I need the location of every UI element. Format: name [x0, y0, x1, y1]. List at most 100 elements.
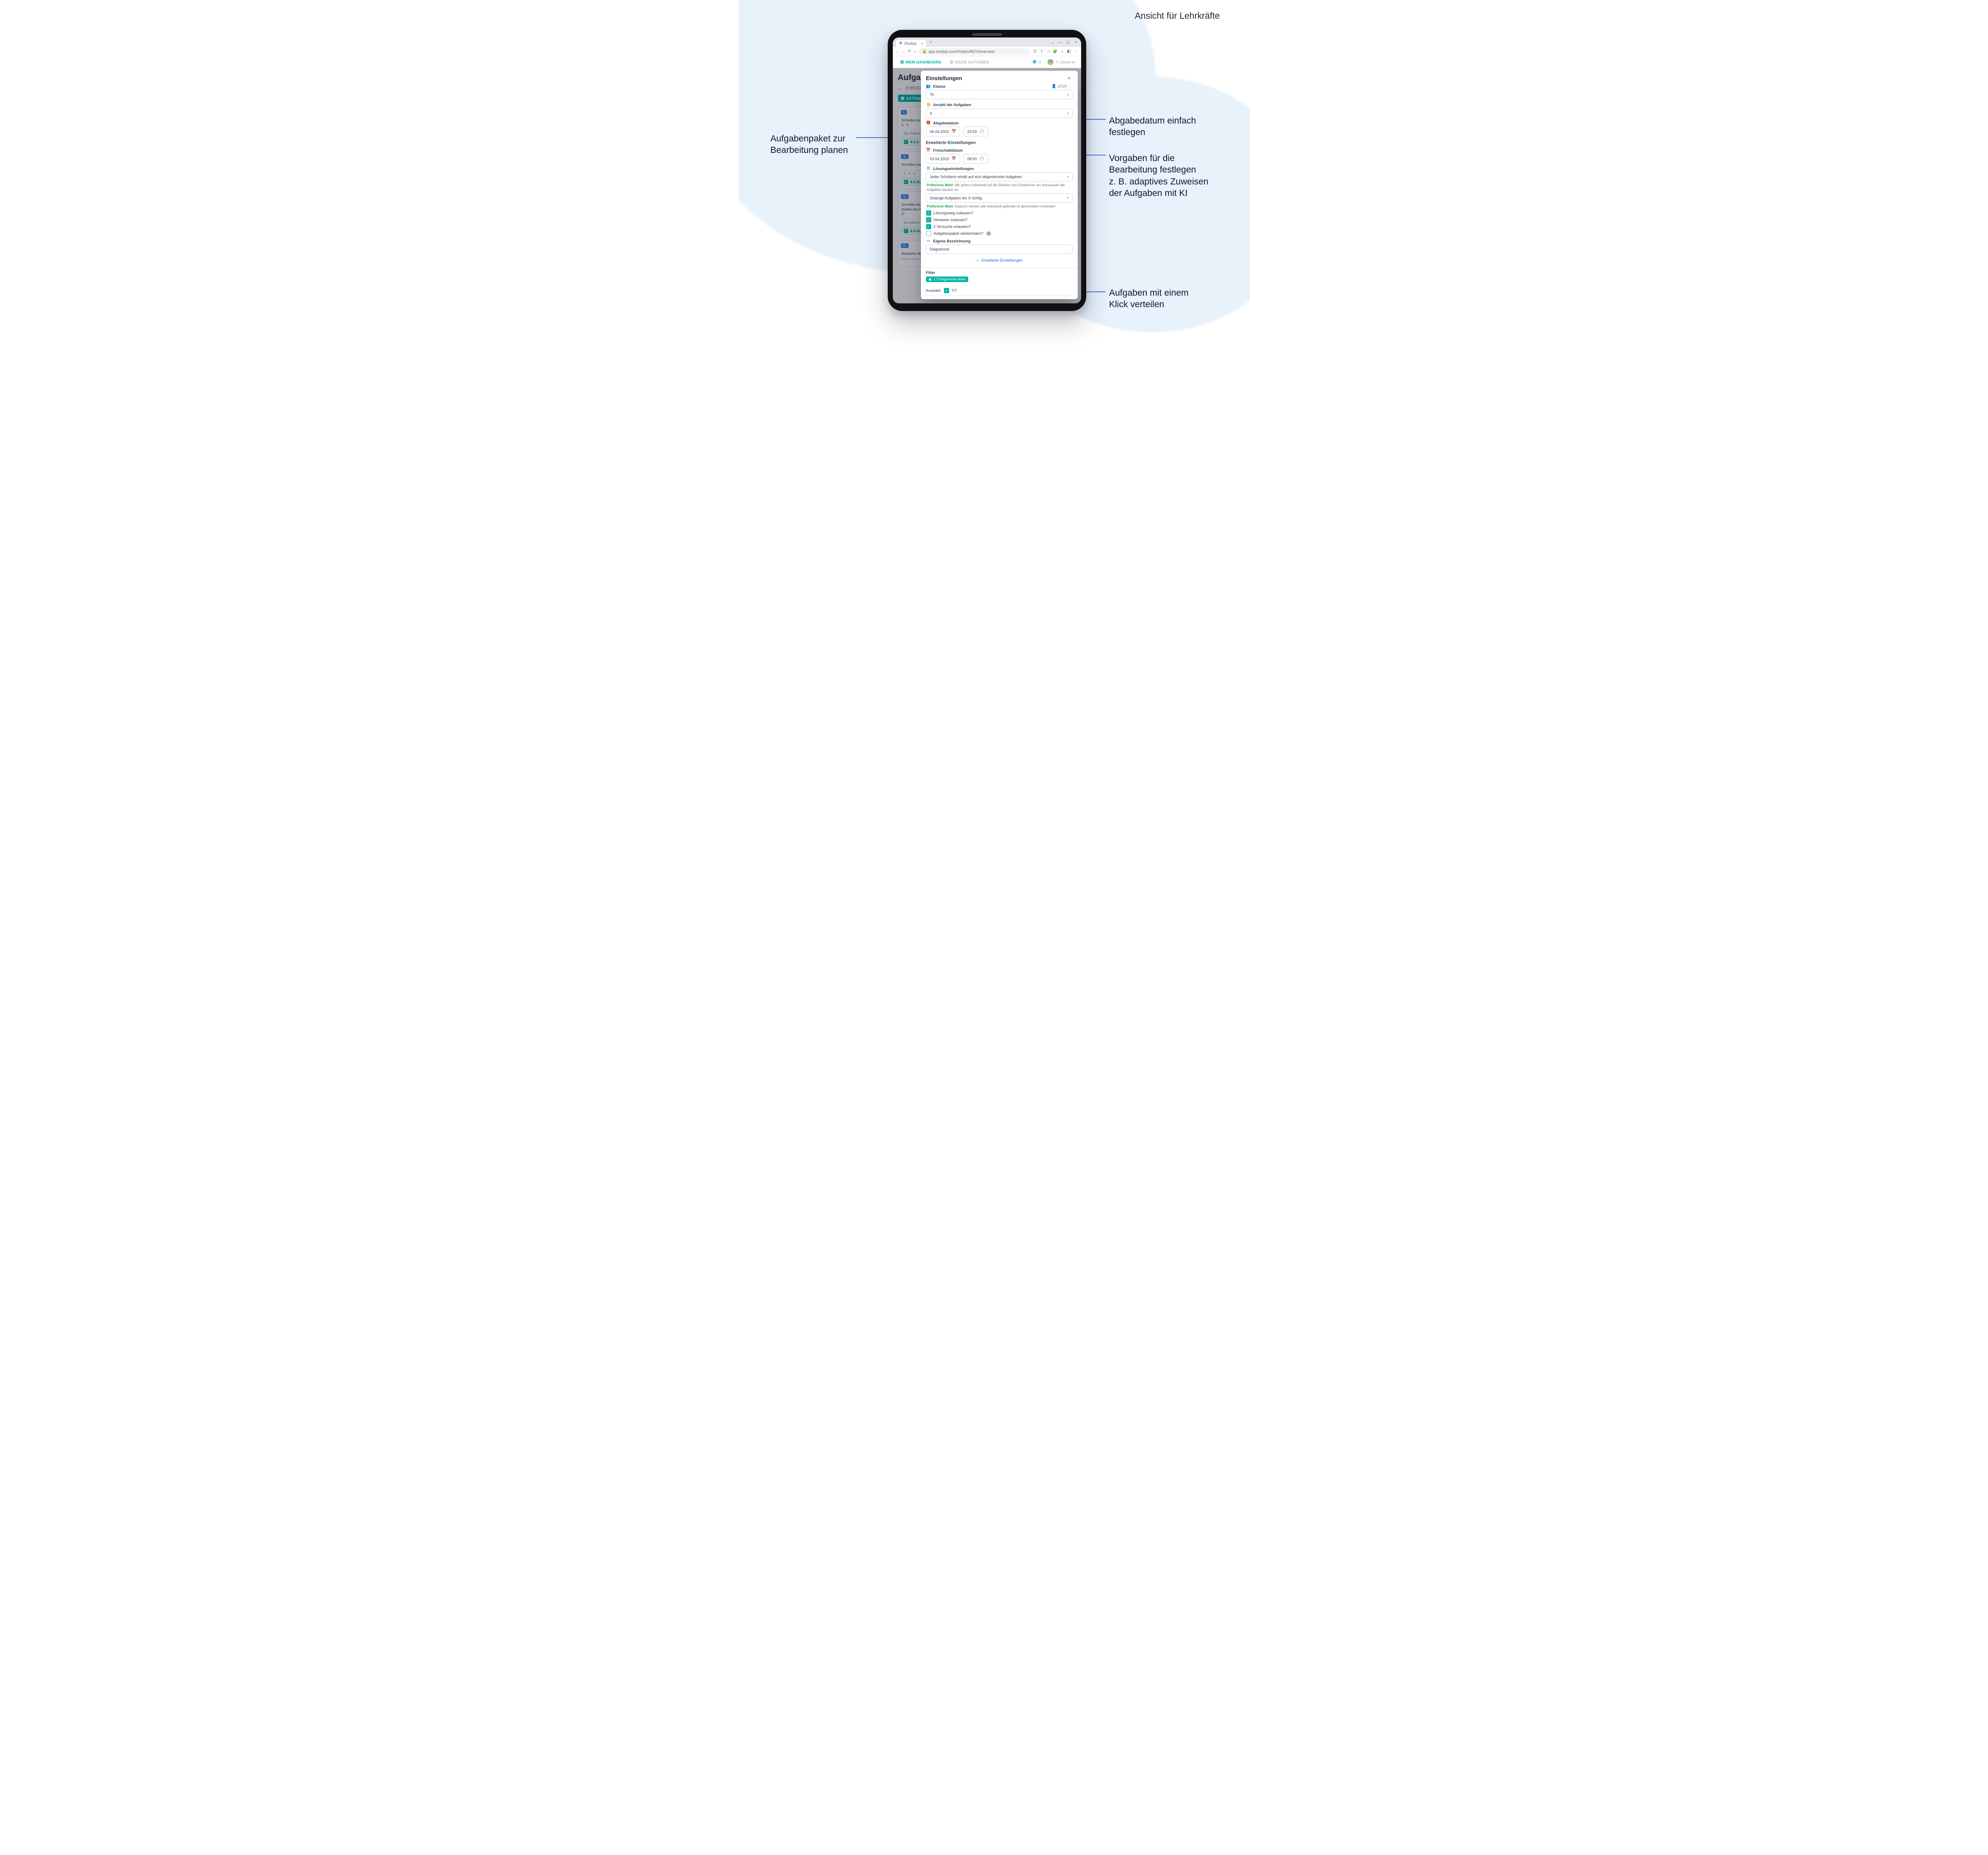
window-maximize-icon[interactable]: ▢: [1066, 40, 1071, 45]
share-icon[interactable]: ⇪: [1039, 49, 1044, 54]
menu-icon[interactable]: ⋮: [1073, 49, 1079, 54]
callout-distribute-l2: Klick verteilen: [1109, 299, 1189, 310]
callout-deadline: Abgabedatum einfach festlegen: [1109, 115, 1196, 138]
chevron-down-icon[interactable]: ⌄: [1050, 40, 1056, 45]
auswahl-count: 7/7: [952, 288, 957, 293]
collapse-label: Erweiterte Einstellungen: [981, 258, 1023, 262]
klasse-value: 7b: [930, 92, 934, 97]
bezeichnung-input[interactable]: Diagramme: [926, 245, 1073, 254]
sliders-icon: ☷: [926, 166, 931, 171]
anzahl-label: Anzahl der Aufgaben: [933, 103, 972, 107]
url-text: app.studyly.com/#/class/8674/overview: [929, 49, 995, 54]
loesung-label: Lösungseinstellungen: [933, 167, 974, 171]
people-icon: 👥: [926, 84, 931, 89]
modal-title: Einstellungen: [926, 75, 962, 81]
nav-teacher[interactable]: T. Lehrer:in: [1045, 59, 1077, 65]
callout-deadline-l2: festlegen: [1109, 127, 1196, 138]
check-versuche[interactable]: 2 Versuche erlauben?: [926, 224, 1073, 229]
freischalt-time-input[interactable]: 08:50 🕒: [964, 154, 988, 164]
extensions-icon[interactable]: 🧩: [1053, 49, 1058, 54]
callout-prefs-l3: z. B. adaptives Zuweisen: [1109, 176, 1208, 187]
avatar-icon: [1047, 59, 1053, 65]
tab-title: Studyly: [904, 41, 917, 46]
info-icon[interactable]: i: [987, 231, 991, 236]
nav-dashboard[interactable]: ▤ MEIN DASHBOARD: [896, 60, 946, 64]
callout-deadline-l1: Abgabedatum einfach: [1109, 115, 1196, 127]
nav-forward-icon[interactable]: →: [902, 49, 906, 54]
collapse-advanced[interactable]: — Erweiterte Einstellungen: [926, 256, 1073, 265]
filter-pill[interactable]: ▣ 1.2 Diagramme lesen: [926, 277, 969, 282]
pref2-label: Präferierte Wahl:: [927, 205, 954, 208]
nav-home-icon[interactable]: ⌂: [914, 49, 916, 54]
unlock-calendar-icon: 📅: [926, 148, 931, 153]
auswahl-row: Auswahl: 7/7: [926, 288, 1073, 293]
klasse-select[interactable]: 7b ▾: [926, 90, 1073, 99]
download-icon[interactable]: ⤓: [1060, 49, 1065, 54]
calendar-icon: 📅: [952, 129, 956, 134]
tag-icon: ▭: [926, 239, 931, 243]
checkbox-icon: [926, 217, 931, 222]
pref2-text: Dadurch werden alle individuell geförder…: [955, 205, 1055, 208]
abgabe-time-input[interactable]: 23:59 🕒: [964, 127, 988, 136]
loesung-pref1: Präferierte Wahl: Wir gehen individuell …: [927, 183, 1072, 193]
bezeichnung-label: Eigene Bezeichnung: [933, 239, 971, 243]
check-wiederholen-label: Aufgabenpaket wiederholen?: [934, 231, 984, 236]
callout-prefs-l4: der Aufgaben mit KI: [1109, 187, 1208, 199]
settings-modal: Einstellungen × 👥 Klasse 👤 27/27 ⋮ 7b ▾: [921, 71, 1078, 299]
clock-icon: 🕒: [979, 129, 984, 134]
check-versuche-label: 2 Versuche erlauben?: [934, 225, 971, 229]
coins-icon: 💠: [1032, 60, 1037, 64]
audience-label: Ansicht für Lehrkräfte: [1135, 11, 1220, 21]
nav-points[interactable]: 💠 0: [1028, 60, 1045, 64]
loesung-select-2[interactable]: Solange Aufgaben bis X richtig. ▾: [926, 193, 1073, 203]
abgabe-date-input[interactable]: 06.04.2023 📅: [926, 127, 960, 136]
freischalt-date-input[interactable]: 03.04.2023 📅: [926, 154, 960, 164]
star-icon[interactable]: ☆: [1046, 49, 1051, 54]
nav-teacher-name: T. Lehrer:in: [1056, 60, 1075, 64]
klasse-count: 27/27: [1058, 84, 1067, 89]
loesung-opt1: Jeder SchülerIn erhält auf sich abgestim…: [930, 175, 1023, 179]
freischalt-date-value: 03.04.2023: [930, 157, 949, 161]
more-icon[interactable]: ⋮: [1069, 84, 1073, 89]
callout-plan: Aufgabenpaket zur Bearbeitung planen: [771, 133, 848, 156]
nav-tasks-label: MEINE AUFGABEN: [955, 60, 989, 64]
nav-back-icon[interactable]: ←: [895, 49, 899, 54]
erweiterte-title: Erweiterte Einstellungen: [926, 141, 1073, 145]
window-minimize-icon[interactable]: —: [1058, 40, 1063, 44]
nav-tasks[interactable]: ▥ MEINE AUFGABEN: [946, 60, 994, 64]
calendar-icon: 📅: [952, 156, 956, 161]
minus-icon: —: [975, 258, 979, 262]
callout-plan-l1: Aufgabenpaket zur: [771, 133, 848, 144]
check-hinweise-label: Hinweise zulassen?: [934, 218, 968, 222]
checkbox-icon[interactable]: [944, 288, 949, 293]
loesung-select-1[interactable]: Jeder SchülerIn erhält auf sich abgestim…: [926, 172, 1073, 181]
profile-icon[interactable]: ◧: [1067, 49, 1072, 54]
translate-icon[interactable]: ☳: [1033, 49, 1038, 54]
checkbox-icon: [926, 231, 931, 236]
nav-points-value: 0: [1039, 60, 1041, 64]
loesung-opt2: Solange Aufgaben bis X richtig.: [930, 196, 983, 200]
modal-close-button[interactable]: ×: [1066, 75, 1073, 81]
browser-address-bar: ← → ⟳ ⌂ 🔒 app.studyly.com/#/class/8674/o…: [893, 47, 1081, 56]
callout-prefs: Vorgaben für die Bearbeitung festlegen z…: [1109, 153, 1208, 199]
filter-pill-label: 1.2 Diagramme lesen: [933, 277, 966, 281]
browser-tab[interactable]: ❖ Studyly ×: [895, 39, 927, 47]
check-loesungsweg-label: Lösungsweg zulassen?: [934, 211, 974, 215]
callout-prefs-l1: Vorgaben für die: [1109, 153, 1208, 164]
window-close-icon[interactable]: ×: [1073, 40, 1079, 44]
bezeichnung-value: Diagramme: [930, 247, 950, 251]
check-loesungsweg[interactable]: Lösungsweg zulassen?: [926, 210, 1073, 216]
check-wiederholen[interactable]: Aufgabenpaket wiederholen? i: [926, 231, 1073, 236]
loesung-pref2: Präferierte Wahl: Dadurch werden alle in…: [927, 205, 1072, 209]
chevron-down-icon: ▾: [1067, 112, 1068, 115]
url-field[interactable]: 🔒 app.studyly.com/#/class/8674/overview: [918, 48, 1030, 55]
callout-distribute: Aufgaben mit einem Klick verteilen: [1109, 287, 1189, 311]
new-tab-button[interactable]: +: [929, 40, 932, 44]
clock-icon: 🕒: [979, 156, 984, 161]
callout-plan-l2: Bearbeitung planen: [771, 144, 848, 156]
checkbox-icon: [926, 210, 931, 216]
check-hinweise[interactable]: Hinweise zulassen?: [926, 217, 1073, 222]
nav-reload-icon[interactable]: ⟳: [908, 49, 912, 54]
anzahl-select[interactable]: 4 ▾: [926, 109, 1073, 118]
tab-close-icon[interactable]: ×: [921, 41, 923, 46]
